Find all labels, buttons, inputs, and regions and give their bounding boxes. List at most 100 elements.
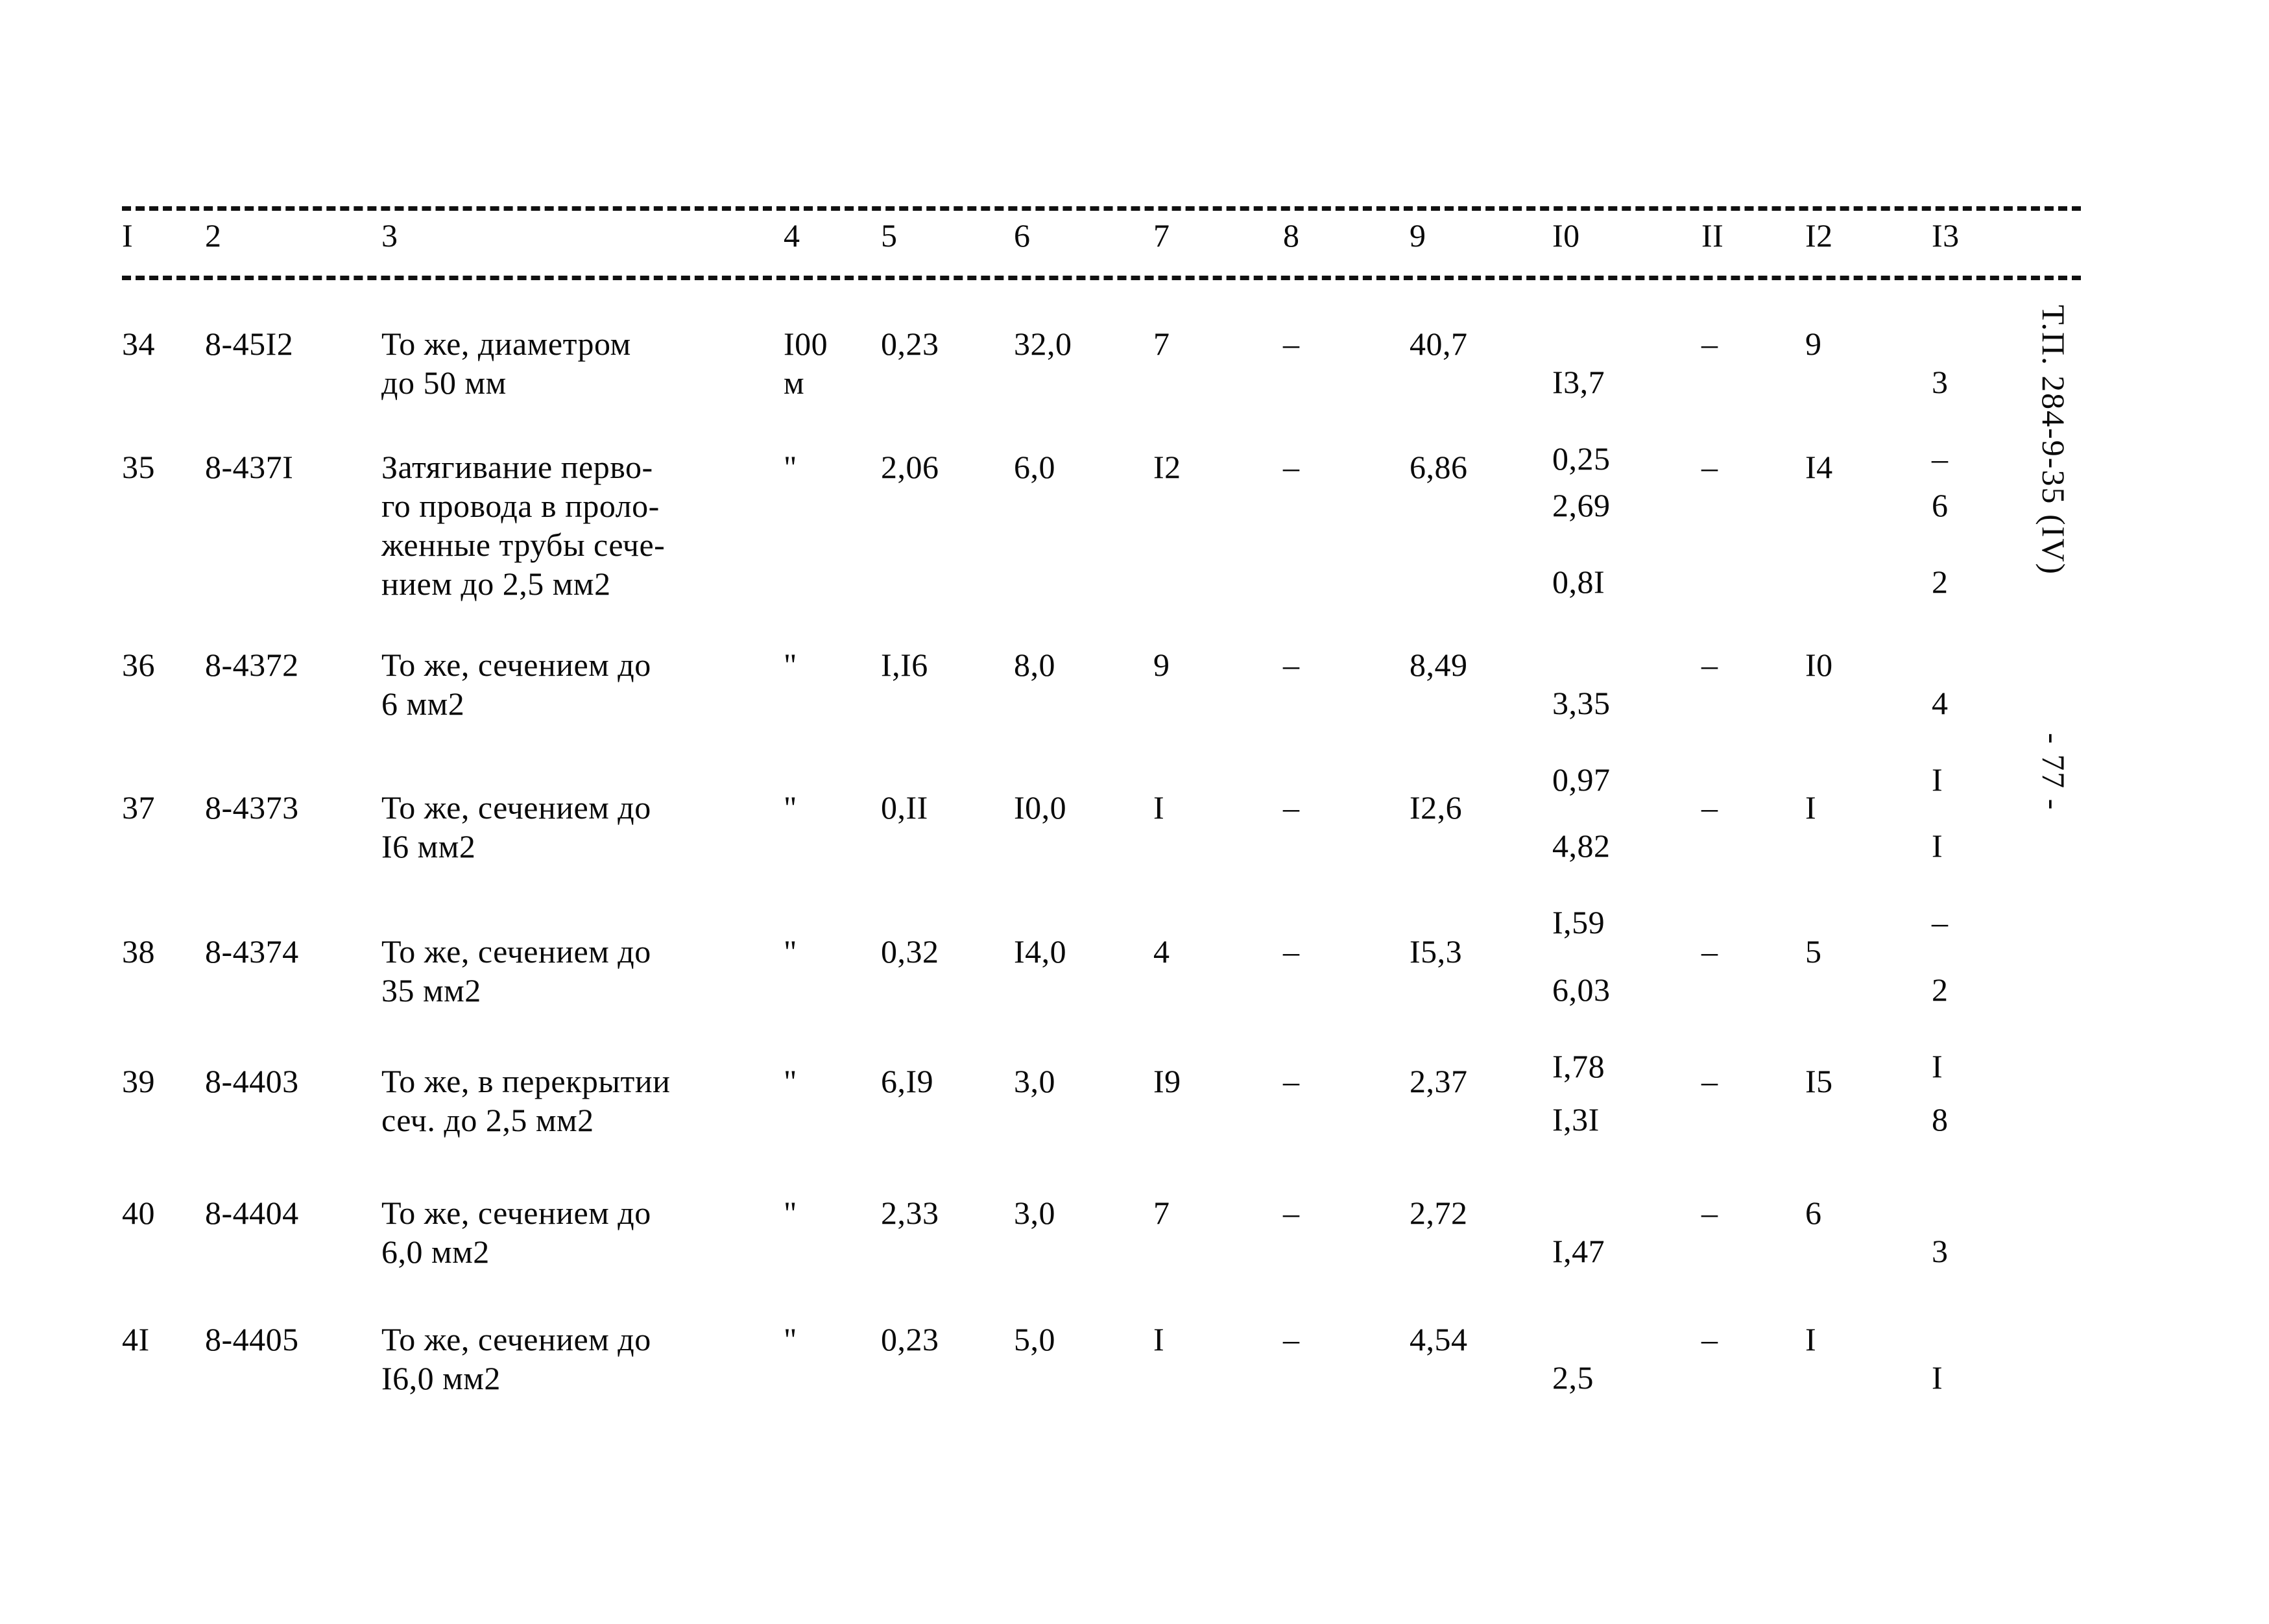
row-value-12: I (1805, 789, 1817, 826)
row-value-13-upper: 3 (1932, 1233, 1949, 1269)
row-value-13-upper: I (1932, 1359, 1943, 1396)
row-value-6: 8,0 (1014, 647, 1055, 683)
row-description: То же, сечением до 35 мм2 (381, 933, 651, 1009)
row-value-9: 40,7 (1410, 326, 1468, 362)
row-position-number: 39 (122, 1063, 155, 1099)
row-value-10: 2,5 (1552, 1320, 1695, 1474)
table-header-dashed-rule (122, 276, 2081, 280)
row-value-10-upper: I3,7 (1552, 364, 1605, 400)
row-value-7: I2 (1153, 449, 1181, 485)
page-number-marker: - 77 - (2035, 733, 2072, 811)
row-value-11: – (1701, 449, 1718, 485)
row-code: 8-4403 (205, 1063, 299, 1099)
row-value-12: 9 (1805, 326, 1822, 362)
row-value-9: 6,86 (1410, 449, 1468, 485)
row-unit: " (784, 789, 797, 826)
row-value-12: I0 (1805, 647, 1833, 683)
row-value-6: 6,0 (1014, 449, 1055, 485)
row-value-5: 6,I9 (881, 1063, 934, 1099)
row-value-5: 2,06 (881, 449, 939, 485)
row-value-13-lower: 2 (1932, 564, 1949, 600)
row-description: То же, в перекрытии сеч. до 2,5 мм2 (381, 1063, 671, 1138)
row-value-5: 0,23 (881, 326, 939, 362)
row-description: То же, сечением до I6,0 мм2 (381, 1321, 651, 1396)
row-value-8: – (1283, 449, 1300, 485)
row-value-10-upper: 4,82 (1552, 828, 1611, 864)
row-value-7: I9 (1153, 1063, 1181, 1099)
row-value-13-upper: 4 (1932, 685, 1949, 721)
row-value-6: 3,0 (1014, 1195, 1055, 1231)
row-value-10-lower: 0,8I (1552, 564, 1605, 600)
row-value-9: 2,37 (1410, 1063, 1468, 1099)
document-margin-code: Т.П. 284-9-35 (IV) (2035, 305, 2072, 576)
table-top-dashed-rule (122, 206, 2081, 211)
row-value-7: 9 (1153, 647, 1170, 683)
row-value-11: – (1701, 789, 1718, 826)
row-value-11: – (1701, 1063, 1718, 1099)
column-header-9: 9 (1410, 217, 1426, 254)
column-header-7: 7 (1153, 217, 1170, 254)
column-header-11: II (1701, 217, 1724, 254)
row-value-8: – (1283, 1063, 1300, 1099)
row-position-number: 40 (122, 1195, 155, 1231)
column-header-5: 5 (881, 217, 898, 254)
row-value-10-upper: 3,35 (1552, 685, 1611, 721)
row-value-12: 6 (1805, 1195, 1822, 1231)
row-value-7: 7 (1153, 1195, 1170, 1231)
row-value-7: 4 (1153, 933, 1170, 970)
column-header-6: 6 (1014, 217, 1031, 254)
row-unit: " (784, 933, 797, 970)
scanned-document-page: I 2 3 4 5 6 7 8 9 I0 II I2 I3 34 8-45I2 … (0, 0, 2269, 1624)
row-value-8: – (1283, 1321, 1300, 1357)
row-unit: " (784, 1063, 797, 1099)
row-value-9: 4,54 (1410, 1321, 1468, 1357)
column-header-12: I2 (1805, 217, 1833, 254)
row-code: 8-4405 (205, 1321, 299, 1357)
row-value-13-upper: 2 (1932, 972, 1949, 1008)
row-code: 8-437I (205, 449, 294, 485)
row-value-8: – (1283, 1195, 1300, 1231)
row-value-6: 32,0 (1014, 326, 1072, 362)
row-position-number: 37 (122, 789, 155, 826)
column-header-1: I (122, 217, 134, 254)
row-value-5: 0,32 (881, 933, 939, 970)
row-value-12: I4 (1805, 449, 1833, 485)
row-value-11: – (1701, 1321, 1718, 1357)
row-value-7: I (1153, 1321, 1165, 1357)
row-value-13-upper: I (1932, 828, 1943, 864)
row-value-10-upper: I,3I (1552, 1101, 1600, 1138)
row-value-12: 5 (1805, 933, 1822, 970)
row-value-6: 3,0 (1014, 1063, 1055, 1099)
row-value-13-upper: 3 (1932, 364, 1949, 400)
row-unit: " (784, 647, 797, 683)
column-header-3: 3 (381, 217, 398, 254)
column-header-8: 8 (1283, 217, 1300, 254)
row-code: 8-4373 (205, 789, 299, 826)
column-header-10: I0 (1552, 217, 1580, 254)
row-value-10-upper: I,47 (1552, 1233, 1605, 1269)
row-value-5: 0,23 (881, 1321, 939, 1357)
row-position-number: 38 (122, 933, 155, 970)
column-header-4: 4 (784, 217, 800, 254)
row-value-5: 2,33 (881, 1195, 939, 1231)
row-value-5: I,I6 (881, 647, 928, 683)
row-value-6: 5,0 (1014, 1321, 1055, 1357)
row-value-13: 6 2 (1932, 448, 2042, 639)
row-value-7: 7 (1153, 326, 1170, 362)
row-description: То же, сечением до 6 мм2 (381, 647, 651, 722)
row-code: 8-4374 (205, 933, 299, 970)
row-value-5: 0,II (881, 789, 928, 826)
row-code: 8-45I2 (205, 326, 294, 362)
row-value-9: I2,6 (1410, 789, 1463, 826)
row-value-9: I5,3 (1410, 933, 1463, 970)
row-unit: " (784, 1195, 797, 1231)
row-value-11: – (1701, 326, 1718, 362)
row-code: 8-4404 (205, 1195, 299, 1231)
row-description: Затягивание перво- го провода в проло- ж… (381, 449, 666, 602)
row-value-12: I5 (1805, 1063, 1833, 1099)
row-position-number: 4I (122, 1321, 150, 1357)
row-description: То же, диаметром до 50 мм (381, 326, 631, 401)
row-unit: " (784, 449, 797, 485)
row-value-13: I (1932, 1320, 2042, 1474)
row-description: То же, сечением до 6,0 мм2 (381, 1195, 651, 1270)
